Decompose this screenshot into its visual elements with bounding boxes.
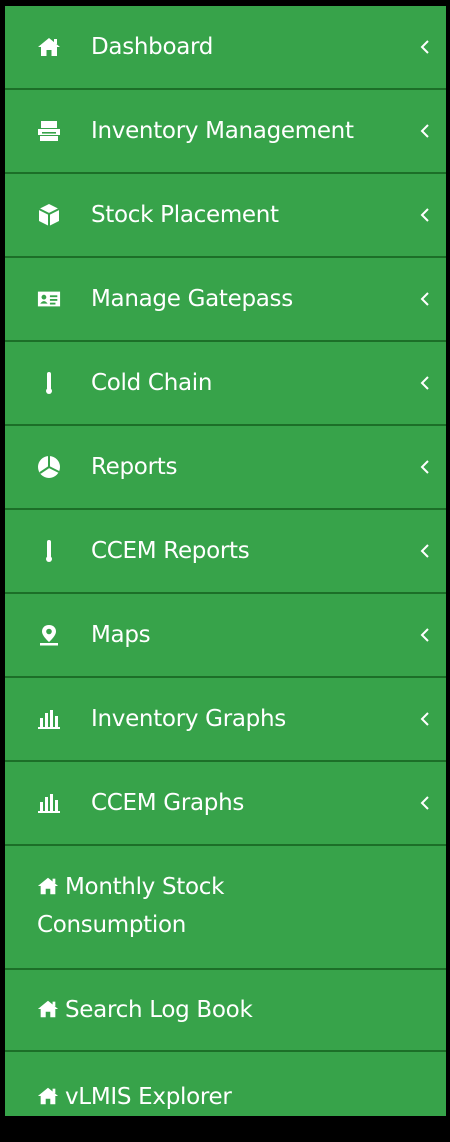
home-icon: [37, 1086, 59, 1106]
chevron-left-icon[interactable]: [418, 795, 432, 811]
sidebar-item-label: Manage Gatepass: [91, 286, 293, 312]
sidebar-item-stock-placement[interactable]: Stock Placement: [5, 174, 446, 258]
sidebar-item-label: Inventory Graphs: [91, 706, 286, 732]
home-icon: [37, 876, 59, 896]
sidebar-item-label: Maps: [91, 622, 151, 648]
sidebar-item-label: Monthly Stock Consumption: [37, 874, 225, 938]
sidebar-item-search-log-book[interactable]: Search Log Book: [5, 970, 446, 1052]
sidebar-item-ccem-graphs[interactable]: CCEM Graphs: [5, 762, 446, 846]
sidebar-item-inventory-management[interactable]: Inventory Management: [5, 90, 446, 174]
chevron-left-icon[interactable]: [418, 543, 432, 559]
sidebar-item-cold-chain[interactable]: Cold Chain: [5, 342, 446, 426]
map-marker-icon: [37, 623, 61, 647]
pie-chart-icon: [37, 455, 61, 479]
sidebar-item-manage-gatepass[interactable]: Manage Gatepass: [5, 258, 446, 342]
sidebar-item-label: CCEM Graphs: [91, 790, 245, 816]
sidebar-item-label: vLMIS Explorer: [65, 1084, 232, 1110]
bar-chart-icon: [37, 791, 61, 815]
thermometer-icon: [37, 539, 61, 563]
sidebar-item-dashboard[interactable]: Dashboard: [5, 6, 446, 90]
sidebar-item-monthly-stock-consumption[interactable]: Monthly Stock Consumption: [5, 846, 446, 970]
sidebar-item-label: Dashboard: [91, 34, 214, 60]
cube-icon: [37, 203, 61, 227]
chevron-left-icon[interactable]: [418, 375, 432, 391]
sidebar-item-label: Reports: [91, 454, 178, 480]
sidebar-item-maps[interactable]: Maps: [5, 594, 446, 678]
home-icon: [37, 35, 61, 59]
sidebar: Dashboard Inventory Management Stock Pla…: [5, 6, 446, 1116]
chevron-left-icon[interactable]: [418, 39, 432, 55]
printer-icon: [37, 119, 61, 143]
sidebar-item-label: CCEM Reports: [91, 538, 250, 564]
sidebar-item-reports[interactable]: Reports: [5, 426, 446, 510]
sidebar-item-inventory-graphs[interactable]: Inventory Graphs: [5, 678, 446, 762]
chevron-left-icon[interactable]: [418, 291, 432, 307]
chevron-left-icon[interactable]: [418, 459, 432, 475]
thermometer-icon: [37, 371, 61, 395]
sidebar-item-label: Stock Placement: [91, 202, 279, 228]
chevron-left-icon[interactable]: [418, 711, 432, 727]
sidebar-item-ccem-reports[interactable]: CCEM Reports: [5, 510, 446, 594]
chevron-left-icon[interactable]: [418, 123, 432, 139]
sidebar-item-label: Cold Chain: [91, 370, 213, 396]
id-card-icon: [37, 287, 61, 311]
chevron-left-icon[interactable]: [418, 627, 432, 643]
home-icon: [37, 999, 59, 1019]
chevron-left-icon[interactable]: [418, 207, 432, 223]
sidebar-item-label: Search Log Book: [65, 997, 253, 1023]
sidebar-item-label: Inventory Management: [91, 118, 354, 144]
sidebar-item-vlmis-explorer[interactable]: vLMIS Explorer: [5, 1052, 446, 1142]
bar-chart-icon: [37, 707, 61, 731]
